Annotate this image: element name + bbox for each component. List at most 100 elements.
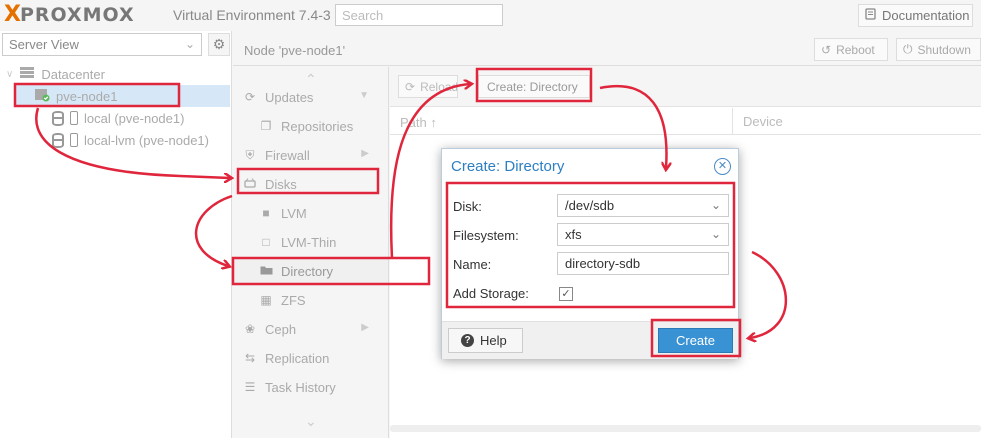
disk-select[interactable]: /dev/sdb ⌄ <box>557 194 729 217</box>
menu-item-label: Firewall <box>265 147 310 163</box>
question-circle-icon: ? <box>461 334 474 347</box>
documentation-button[interactable]: Documentation <box>858 4 973 27</box>
version-label: Virtual Environment 7.4-3 <box>173 7 331 23</box>
help-button[interactable]: ? Help <box>448 328 523 353</box>
menu-item-ceph[interactable]: ❀ Ceph ▶ <box>243 317 383 341</box>
tree-item-pve-node1[interactable]: pve-node1 <box>14 85 230 107</box>
node-menu: ⌃ ⟳ Updates ▼ ❐ Repositories ⛨ Firewall … <box>233 67 389 438</box>
server-view-value: Server View <box>9 37 79 52</box>
server-view-select[interactable]: Server View ⌄ <box>2 33 202 56</box>
grid-header: Path ↑ Device <box>390 108 981 135</box>
menu-item-label: ZFS <box>281 292 306 308</box>
storage-device-icon <box>70 133 78 147</box>
reboot-button[interactable]: ↺ Reboot <box>814 38 888 61</box>
menu-item-label: Task History <box>265 379 336 395</box>
disk-label: Disk: <box>453 199 482 214</box>
power-icon: ⏻ <box>903 42 913 56</box>
menu-item-lvm[interactable]: ■ LVM <box>259 201 383 225</box>
scroll-down-icon[interactable]: ⌄ <box>305 413 317 430</box>
sort-asc-icon: ↑ <box>430 115 437 130</box>
chevron-down-icon: ▼ <box>359 90 369 101</box>
refresh-icon: ⟳ <box>405 79 416 94</box>
name-field[interactable]: directory-sdb <box>557 252 729 275</box>
create-button[interactable]: Create <box>658 328 733 353</box>
node-header: Node 'pve-node1' ↺ Reboot ⏻ Shutdown <box>233 31 981 66</box>
hdd-icon <box>243 177 257 191</box>
chevron-down-icon: ⌄ <box>710 227 721 241</box>
shield-icon: ⛨ <box>245 147 255 162</box>
square-outline-icon: □ <box>262 235 270 249</box>
column-path-header[interactable]: Path ↑ <box>400 115 437 130</box>
menu-item-task-history[interactable]: ☰ Task History <box>243 375 383 399</box>
filesystem-label: Filesystem: <box>453 228 519 243</box>
tree-item-label: Datacenter <box>41 66 105 82</box>
menu-item-label: Ceph <box>265 321 297 337</box>
tree-item-label: pve-node1 <box>56 88 118 104</box>
horizontal-scrollbar[interactable] <box>390 425 981 432</box>
menu-item-updates[interactable]: ⟳ Updates ▼ <box>243 85 383 109</box>
th-large-icon: ▦ <box>260 293 272 307</box>
search-input[interactable]: Search <box>335 4 503 26</box>
reload-button[interactable]: ⟳ Reload <box>398 75 458 98</box>
undo-icon: ↺ <box>821 42 832 57</box>
ceph-icon: ❀ <box>244 322 256 336</box>
filesystem-select[interactable]: xfs ⌄ <box>557 223 729 246</box>
chevron-right-icon: ▶ <box>361 148 369 159</box>
files-icon: ❐ <box>260 119 272 133</box>
shutdown-label: Shutdown <box>917 42 971 57</box>
column-label: Path <box>400 115 427 130</box>
column-device-header[interactable]: Device <box>732 108 793 135</box>
tree-item-datacenter[interactable]: ∨ Datacenter <box>6 63 228 85</box>
tree-item-storage-local-lvm[interactable]: local-lvm (pve-node1) <box>52 129 230 151</box>
menu-item-label: LVM-Thin <box>281 234 337 250</box>
reboot-label: Reboot <box>836 42 875 57</box>
dialog-footer: ? Help Create <box>442 321 738 359</box>
filesystem-value: xfs <box>565 227 582 242</box>
storage-icon <box>52 132 64 148</box>
top-bar: X PROXMOX Virtual Environment 7.4-3 Sear… <box>0 0 981 31</box>
create-directory-button[interactable]: Create: Directory <box>478 75 590 98</box>
menu-item-label: Replication <box>265 350 330 366</box>
menu-item-repositories[interactable]: ❐ Repositories <box>259 114 383 138</box>
shutdown-button[interactable]: ⏻ Shutdown <box>896 38 981 61</box>
gear-icon[interactable]: ⚙ <box>208 33 230 56</box>
chevron-down-icon: ⌄ <box>710 198 721 212</box>
tree-item-label: local (pve-node1) <box>84 110 185 126</box>
menu-item-label: LVM <box>281 205 307 221</box>
directory-toolbar: ⟳ Reload Create: Directory <box>390 67 981 107</box>
dialog-title: Create: Directory <box>451 158 565 175</box>
add-storage-checkbox[interactable]: ✓ <box>559 287 573 301</box>
retweet-icon: ⇆ <box>244 351 256 365</box>
close-icon[interactable]: ✕ <box>714 158 731 175</box>
documentation-label: Documentation <box>882 8 970 23</box>
menu-item-replication[interactable]: ⇆ Replication <box>243 346 383 370</box>
create-directory-dialog: Create: Directory ✕ Disk: /dev/sdb ⌄ Fil… <box>441 148 739 359</box>
tree-item-storage-local[interactable]: local (pve-node1) <box>52 107 230 129</box>
name-label: Name: <box>453 257 492 272</box>
menu-item-directory[interactable]: Directory <box>233 259 388 283</box>
folder-icon <box>259 264 273 278</box>
refresh-icon: ⟳ <box>244 90 256 104</box>
reload-label: Reload <box>420 79 458 94</box>
tree-item-label: local-lvm (pve-node1) <box>84 132 209 148</box>
chevron-right-icon: ▶ <box>361 322 369 333</box>
help-label: Help <box>480 333 507 348</box>
menu-item-label: Directory <box>281 263 334 279</box>
menu-item-label: Disks <box>265 176 297 192</box>
storage-icon <box>52 110 64 126</box>
menu-item-label: Repositories <box>281 118 354 134</box>
list-alt-icon: ☰ <box>244 380 256 394</box>
menu-item-firewall[interactable]: ⛨ Firewall ▶ <box>243 143 383 167</box>
disk-value: /dev/sdb <box>565 198 615 213</box>
menu-item-disks[interactable]: Disks <box>243 172 383 196</box>
add-storage-label: Add Storage: <box>453 286 529 301</box>
book-icon <box>865 8 876 23</box>
proxmox-logo: X PROXMOX <box>4 2 135 27</box>
node-title: Node 'pve-node1' <box>244 43 346 58</box>
menu-item-zfs[interactable]: ▦ ZFS <box>259 288 383 312</box>
server-online-icon <box>34 88 50 105</box>
menu-item-lvm-thin[interactable]: □ LVM-Thin <box>259 230 383 254</box>
square-icon: ■ <box>262 206 270 220</box>
datacenter-icon <box>19 66 35 82</box>
storage-device-icon <box>70 111 78 125</box>
